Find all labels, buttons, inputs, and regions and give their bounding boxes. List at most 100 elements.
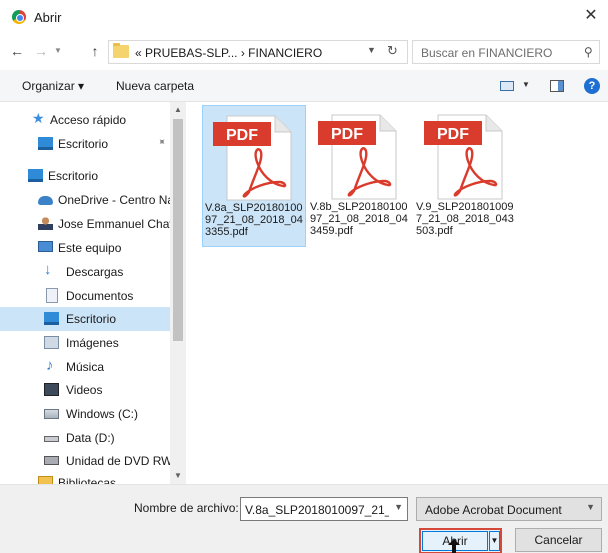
filename-label: Nombre de archivo:: [134, 501, 239, 515]
command-toolbar: Organizar ▾ Nueva carpeta ▼ ?: [0, 70, 608, 102]
sidebar-item-quick-access[interactable]: ★ Acceso rápido: [0, 108, 170, 132]
pictures-icon: [44, 336, 59, 349]
folder-icon: [113, 43, 129, 58]
sidebar-item-label: Descargas: [66, 265, 124, 279]
file-name: V.8a_SLP2018010097_21_08_2018_043355.pdf: [205, 202, 303, 238]
file-type-select[interactable]: Adobe Acrobat Document ▼: [416, 497, 602, 521]
app-icon: [12, 10, 26, 24]
new-folder-button[interactable]: Nueva carpeta: [116, 79, 194, 93]
file-name: V.8b_SLP2018010097_21_08_2018_043459.pdf: [310, 201, 408, 237]
drive-d-icon: [44, 436, 59, 442]
file-type-chevron-down-icon[interactable]: ▼: [586, 502, 595, 512]
sidebar-item-onedrive[interactable]: OneDrive - Centro Na: [0, 188, 170, 212]
sidebar-item-downloads[interactable]: ↓ Descargas: [0, 260, 170, 284]
pdf-file-icon: PDF: [213, 115, 292, 201]
videos-icon: [44, 383, 59, 396]
search-input[interactable]: Buscar en FINANCIERO ⚲: [412, 40, 600, 64]
filename-chevron-down-icon[interactable]: ▼: [394, 502, 403, 512]
sidebar-item-desktop-pinned[interactable]: Escritorio ✦: [0, 132, 170, 156]
sidebar-scrollbar[interactable]: ▲ ▼: [170, 102, 186, 484]
sidebar-item-desktop[interactable]: Escritorio: [0, 164, 170, 188]
address-chevron-down-icon[interactable]: ▼: [367, 45, 376, 55]
file-item-v8b[interactable]: PDF V.8b_SLP2018010097_21_08_2018_043459…: [308, 105, 412, 247]
star-icon: ★: [32, 110, 45, 126]
sidebar-item-pictures[interactable]: Imágenes: [0, 331, 170, 355]
sidebar-item-label: Unidad de DVD RW (: [66, 454, 170, 468]
sidebar-item-label: Jose Emmanuel Chave: [58, 217, 170, 231]
documents-icon: [46, 288, 58, 303]
view-mode-icon[interactable]: [500, 81, 514, 91]
sidebar-item-user[interactable]: Jose Emmanuel Chave: [0, 212, 170, 236]
view-chevron-down-icon[interactable]: ▼: [522, 80, 530, 89]
sidebar-item-label: Música: [66, 360, 105, 374]
pdf-badge: PDF: [437, 126, 469, 143]
sidebar-item-label: Escritorio: [58, 137, 109, 151]
open-button-group: Abrir ▼: [419, 528, 502, 553]
filename-value[interactable]: V.8a_SLP2018010097_21_08_: [245, 503, 389, 517]
preview-pane-icon[interactable]: [550, 80, 564, 92]
sidebar-item-dvd[interactable]: Unidad de DVD RW (: [0, 449, 170, 473]
desktop-icon: [44, 312, 59, 325]
sidebar-item-desktop-selected[interactable]: Escritorio: [0, 307, 170, 331]
file-item-v8a[interactable]: PDF V.8a_SLP2018010097_21_08_2018_043355…: [202, 105, 306, 247]
drive-c-icon: [44, 409, 59, 419]
sidebar-item-label: Acceso rápido: [50, 113, 127, 127]
help-icon[interactable]: ?: [584, 78, 600, 94]
window-title: Abrir: [34, 10, 62, 25]
recent-locations-chevron-icon[interactable]: ▼: [52, 42, 64, 60]
address-bar[interactable]: « PRUEBAS-SLP... › FINANCIERO ▼ ↻: [108, 40, 408, 64]
file-type-value: Adobe Acrobat Document: [425, 503, 562, 517]
open-options-chevron-icon[interactable]: ▼: [489, 531, 500, 551]
file-name: V.9_SLP2018010097_21_08_2018_043503.pdf: [416, 201, 514, 237]
navigation-bar: ← → ▼ ↑ « PRUEBAS-SLP... › FINANCIERO ▼ …: [0, 36, 608, 66]
sidebar-item-videos[interactable]: Videos: [0, 378, 170, 402]
scroll-down-icon[interactable]: ▼: [170, 468, 186, 484]
pdf-badge: PDF: [331, 126, 363, 143]
back-arrow-icon[interactable]: ←: [8, 42, 26, 60]
forward-arrow-icon[interactable]: →: [32, 42, 50, 60]
breadcrumb[interactable]: « PRUEBAS-SLP... › FINANCIERO: [135, 46, 322, 60]
cancel-button[interactable]: Cancelar: [515, 528, 602, 552]
sidebar-item-label: Este equipo: [58, 241, 122, 255]
navigation-pane: ★ Acceso rápido Escritorio ✦ Escritorio …: [0, 102, 186, 484]
sidebar-item-music[interactable]: ♪ Música: [0, 355, 170, 379]
pin-icon[interactable]: ✦: [154, 136, 168, 150]
user-icon: [38, 217, 53, 230]
sidebar-item-libraries[interactable]: Bibliotecas: [0, 471, 170, 484]
sidebar-item-drive-d[interactable]: Data (D:): [0, 426, 170, 450]
sidebar-item-this-pc[interactable]: Este equipo: [0, 236, 170, 260]
mouse-cursor-icon: [448, 539, 460, 553]
desktop-icon: [28, 169, 43, 182]
pc-icon: [38, 241, 53, 252]
music-icon: ♪: [46, 357, 54, 374]
sidebar-item-documents[interactable]: Documentos: [0, 284, 170, 308]
organize-button[interactable]: Organizar ▾: [22, 79, 84, 93]
filename-field[interactable]: V.8a_SLP2018010097_21_08_ ▼: [240, 497, 408, 521]
up-folder-icon[interactable]: ↑: [86, 42, 104, 60]
sidebar-item-label: OneDrive - Centro Na: [58, 193, 170, 207]
scroll-up-icon[interactable]: ▲: [170, 102, 186, 118]
pdf-badge: PDF: [226, 127, 258, 144]
pdf-file-icon: PDF: [318, 114, 397, 200]
libraries-icon: [38, 476, 53, 484]
file-list: PDF V.8a_SLP2018010097_21_08_2018_043355…: [186, 102, 608, 484]
sidebar-item-label: Imágenes: [66, 336, 119, 350]
sidebar-item-label: Documentos: [66, 289, 134, 303]
sidebar-item-label: Bibliotecas: [58, 476, 117, 484]
sidebar-item-label: Escritorio: [66, 312, 117, 326]
file-item-v9[interactable]: PDF V.9_SLP2018010097_21_08_2018_043503.…: [414, 105, 518, 247]
sidebar-item-label: Escritorio: [48, 169, 99, 183]
close-icon[interactable]: ✕: [582, 6, 600, 26]
search-placeholder: Buscar en FINANCIERO: [421, 46, 553, 60]
desktop-icon: [38, 137, 53, 150]
dialog-footer: Nombre de archivo: V.8a_SLP2018010097_21…: [0, 484, 608, 553]
scrollbar-thumb[interactable]: [173, 119, 183, 341]
search-icon[interactable]: ⚲: [584, 45, 593, 59]
sidebar-item-label: Windows (C:): [66, 407, 139, 421]
sidebar-item-drive-c[interactable]: Windows (C:): [0, 402, 170, 426]
downloads-icon: ↓: [44, 261, 52, 278]
refresh-icon[interactable]: ↻: [387, 43, 398, 59]
title-bar: Abrir ✕: [0, 0, 608, 34]
sidebar-item-label: Videos: [66, 383, 103, 397]
pdf-file-icon: PDF: [424, 114, 503, 200]
